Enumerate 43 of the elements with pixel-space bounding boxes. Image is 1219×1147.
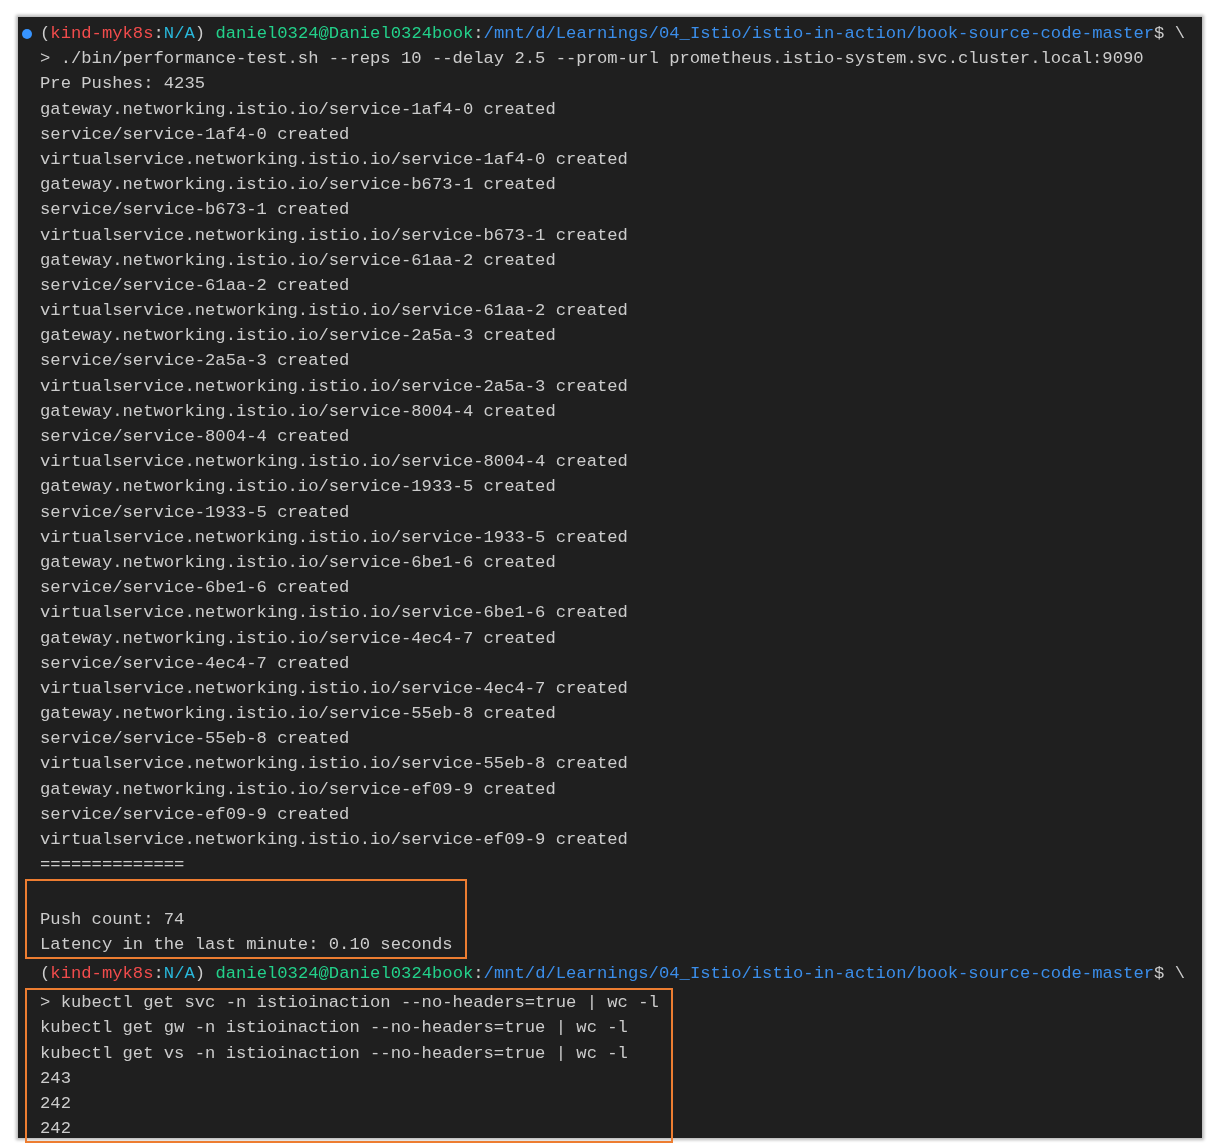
output-line: service/service-8004-4 created <box>40 427 350 446</box>
output-line: virtualservice.networking.istio.io/service-1af4-0 created <box>40 149 628 169</box>
output-line: gateway.networking.istio.io/service-ef09-9 created <box>40 779 556 799</box>
output-line: virtualservice.networking.istio.io/service-1933-5 created <box>40 527 628 547</box>
output-line: virtualservice.networking.istio.io/service-b673-1 created <box>40 225 628 245</box>
output-line: virtualservice.networking.istio.io/service-2a5a-3 created <box>40 376 628 396</box>
output-line: 242 <box>40 1093 71 1113</box>
output-line: virtualservice.networking.istio.io/service-4ec4-7 created <box>40 678 628 698</box>
output-line: virtualservice.networking.istio.io/service-8004-4 created <box>40 452 628 472</box>
output-line: service/service-ef09-9 created <box>40 804 350 824</box>
output-line: service/service-61aa-2 created <box>40 275 350 295</box>
output-line: service/service-b673-1 created <box>40 200 350 220</box>
command-line: > kubectl get svc -n istioinaction --no-headers=true | wc -l <box>40 993 659 1013</box>
prompt-line: (kind-myk8s:N/A) daniel0324@Daniel0324book:/mnt/d/Learnings/04_Istio/istio-in-action/book-source-code-master$ \ <box>40 23 1185 45</box>
output-line: gateway.networking.istio.io/service-b673-1 created <box>40 175 556 195</box>
output-line: gateway.networking.istio.io/service-2a5a-3 created <box>40 326 556 346</box>
command-line: > ./bin/performance-test.sh --reps 10 --delay 2.5 --prom-url prometheus.istio-system.svc.cluster.local:9090 <box>40 49 1144 69</box>
output-line: service/service-1933-5 created <box>40 502 350 522</box>
output-line: service/service-55eb-8 created <box>40 729 350 749</box>
output-line: virtualservice.networking.istio.io/service-61aa-2 created <box>40 301 628 321</box>
output-line: Pre Pushes: 4235 <box>40 74 206 94</box>
output-line: virtualservice.networking.istio.io/service-ef09-9 created <box>40 830 628 849</box>
output-line: service/service-2a5a-3 created <box>40 351 350 371</box>
output-line: gateway.networking.istio.io/service-1933-5 created <box>40 477 556 497</box>
output-line: gateway.networking.istio.io/service-8004-4 created <box>40 401 556 421</box>
output-line: Push count: 74 <box>40 909 185 929</box>
output-line: gateway.networking.istio.io/service-55eb-8 created <box>40 704 556 724</box>
output-line: gateway.networking.istio.io/service-4ec4-7 created <box>40 628 556 648</box>
output-line: gateway.networking.istio.io/service-1af4-0 created <box>40 99 556 119</box>
output-line: 242 <box>40 1119 71 1139</box>
output-line: gateway.networking.istio.io/service-61aa-2 created <box>40 250 556 270</box>
prompt-line: (kind-myk8s:N/A) daniel0324@Daniel0324book:/mnt/d/Learnings/04_Istio/istio-in-action/book-source-code-master$ \ <box>40 962 1185 985</box>
output-line: virtualservice.networking.istio.io/service-6be1-6 created <box>40 603 628 623</box>
output-line: ============== <box>40 855 185 875</box>
output-line: Latency in the last minute: 0.10 seconds <box>40 934 453 954</box>
output-line: service/service-1af4-0 created <box>40 124 350 144</box>
output-line: kubectl get gw -n istioinaction --no-headers=true | wc -l <box>40 1018 628 1038</box>
output-line: service/service-4ec4-7 created <box>40 653 350 673</box>
output-line: 243 <box>40 1068 71 1088</box>
output-line: service/service-6be1-6 created <box>40 578 350 598</box>
output-line: gateway.networking.istio.io/service-6be1-6 created <box>40 552 556 572</box>
output-line: virtualservice.networking.istio.io/service-55eb-8 created <box>40 754 628 774</box>
output-line: kubectl get vs -n istioinaction --no-headers=true | wc -l <box>40 1043 628 1063</box>
